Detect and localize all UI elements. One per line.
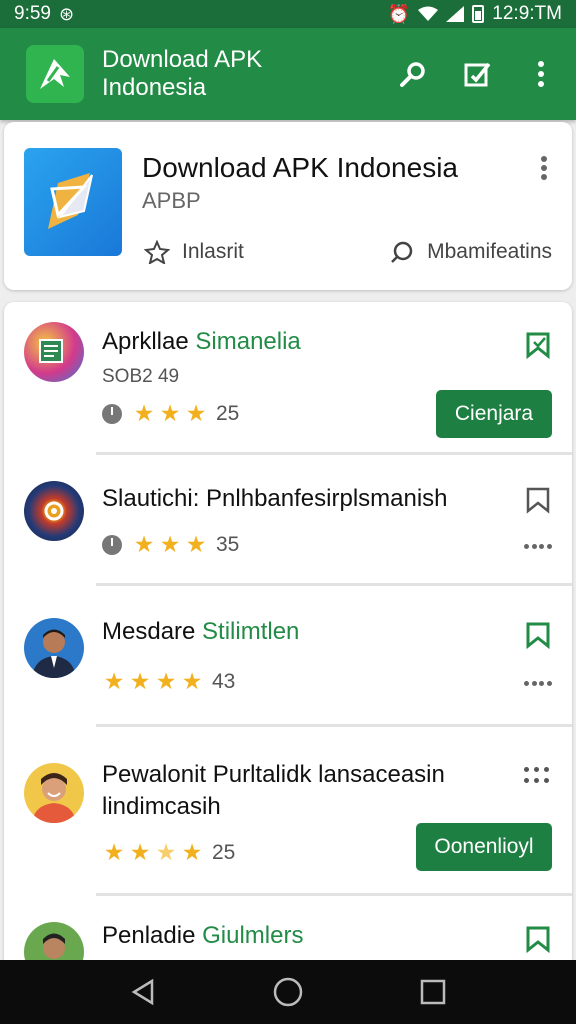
battery-icon — [472, 5, 485, 23]
star-icon: ★ — [159, 400, 181, 426]
rating-count: 25 — [216, 401, 240, 425]
star-icon: ★ — [129, 668, 151, 694]
featured-action-right-label: Mbamifeatins — [427, 240, 552, 263]
list-item-subtitle: SOB2 49 — [102, 366, 180, 387]
status-time-right: 12:9:TM — [492, 3, 562, 24]
star-icon: ★ — [103, 839, 125, 865]
app-logo-icon — [26, 45, 84, 103]
list-item-title: Pewalonit Purltalidk lansaceasin lindimc… — [102, 761, 445, 820]
star-icon: ★ — [185, 531, 207, 557]
star-icon: ★ — [103, 668, 125, 694]
system-nav-bar — [0, 960, 576, 1024]
status-bar: 9:59 ⊛ ⏰ 12:9:TM — [0, 0, 576, 28]
more-vert-icon[interactable] — [536, 154, 552, 182]
featured-app-card[interactable]: Download APK Indonesia APBP Inlasrit Mba… — [4, 122, 572, 290]
download-button[interactable]: Oonenlioyl — [416, 823, 552, 871]
rating-count: 25 — [212, 840, 236, 864]
comment-icon — [391, 241, 413, 263]
list-item[interactable]: Pewalonit Purltalidk lansaceasin lindimc… — [4, 727, 572, 893]
list-item[interactable]: Slautichi: Pnlhbanfesirplsmanish ★ ★ ★ 3… — [4, 455, 572, 583]
star-icon: ★ — [185, 400, 207, 426]
featured-app-publisher: APBP — [142, 188, 201, 213]
app-title: Download APK Indonesia — [102, 46, 263, 101]
signal-icon — [446, 6, 465, 22]
more-horiz-icon[interactable] — [524, 678, 552, 688]
person-avatar — [24, 763, 84, 823]
rating-count: 35 — [216, 532, 240, 556]
star-icon: ★ — [181, 668, 203, 694]
app-icon-avatar — [24, 322, 84, 382]
featured-action-left-label: Inlasrit — [182, 240, 244, 263]
apk-paper-plane-icon — [24, 148, 122, 256]
bookmark-icon[interactable] — [524, 485, 552, 515]
clock-icon — [102, 534, 122, 555]
person-avatar — [24, 618, 84, 678]
app-icon-avatar — [24, 481, 84, 541]
list-item-title: Mesdare Stilimtlen — [102, 618, 300, 645]
list-item-title: Aprkllae Simanelia — [102, 328, 301, 355]
star-icon: ★ — [129, 839, 151, 865]
app-bar: Download APK Indonesia — [0, 28, 576, 120]
star-icon: ★ — [133, 531, 155, 557]
list-item[interactable]: Mesdare Stilimtlen ★ ★ ★ ★ 43 — [4, 586, 572, 724]
wifi-icon — [418, 6, 439, 21]
clock-icon — [102, 403, 122, 424]
more-horiz-icon[interactable] — [524, 541, 552, 551]
featured-action-left[interactable]: Inlasrit — [144, 240, 244, 264]
bookmark-icon[interactable] — [524, 924, 552, 954]
star-outline-icon — [144, 240, 170, 264]
featured-action-right[interactable]: Mbamifeatins — [389, 240, 552, 264]
rating: ★ ★ ★ ★ 43 — [102, 668, 236, 695]
search-icon[interactable] — [398, 59, 428, 89]
grid-menu-icon[interactable] — [524, 767, 550, 787]
rating-count: 43 — [212, 669, 236, 693]
app-notification-icon: ⊛ — [58, 3, 75, 24]
install-button[interactable]: Cienjara — [436, 390, 552, 438]
more-vert-icon[interactable] — [526, 59, 556, 89]
bookmark-icon[interactable] — [524, 330, 552, 360]
list-item-title: Penladie Giulmlers — [102, 922, 304, 949]
list-item[interactable]: Aprkllae Simanelia SOB2 49 ★ ★ ★ 25 Cien… — [4, 302, 572, 452]
bookmark-icon[interactable] — [524, 620, 552, 650]
home-icon[interactable] — [270, 974, 306, 1010]
rating: ★ ★ ★ 35 — [102, 531, 239, 558]
rating: ★ ★ ★ 25 — [102, 400, 239, 427]
recents-icon[interactable] — [415, 974, 451, 1010]
back-icon[interactable] — [125, 974, 161, 1010]
star-icon: ★ — [155, 668, 177, 694]
featured-app-name: Download APK Indonesia — [142, 152, 458, 183]
status-time-left: 9:59 — [14, 3, 51, 24]
star-icon: ★ — [159, 531, 181, 557]
rating: ★ ★ ★ ★ 25 — [102, 839, 236, 866]
star-icon: ★ — [133, 400, 155, 426]
star-icon: ★ — [181, 839, 203, 865]
edit-icon[interactable] — [462, 59, 492, 89]
list-item-title: Slautichi: Pnlhbanfesirplsmanish — [102, 485, 448, 512]
star-half-icon: ★ — [155, 839, 177, 865]
alarm-icon: ⏰ — [387, 3, 411, 24]
app-list: Aprkllae Simanelia SOB2 49 ★ ★ ★ 25 Cien… — [4, 302, 572, 982]
